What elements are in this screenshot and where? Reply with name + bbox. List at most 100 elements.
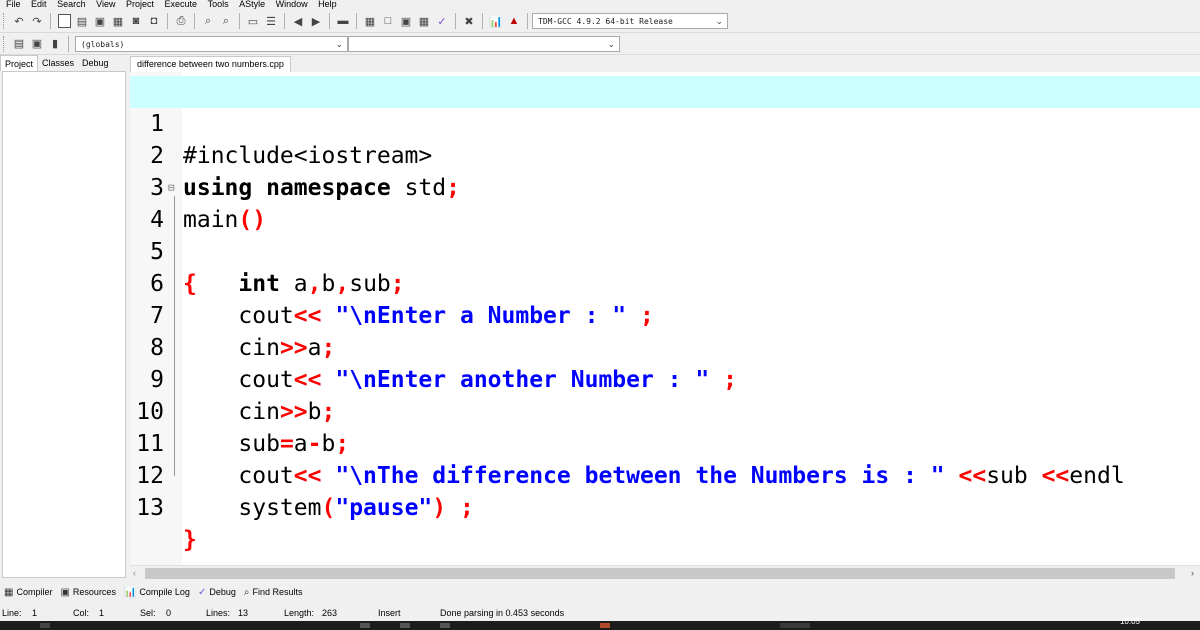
toolbar-separator [284,13,285,29]
new-file-icon[interactable] [56,13,72,29]
taskbar-app-icon[interactable] [400,623,410,628]
tab-resources[interactable]: ▣ Resources [56,584,119,600]
tab-project[interactable]: Project [0,55,39,71]
scroll-left-icon[interactable]: ‹ [133,566,136,581]
scope-select[interactable]: (globals) ⌄ [75,35,348,52]
tab-label: Resources [72,587,116,597]
horizontal-scrollbar[interactable]: ‹ › [130,565,1200,581]
main-toolbar: ↶ ↷ ▤ ▣ ▦ ◙ ◘ ⎙ ⌕ ⌕ ▭ ☰ ◀ ▶ ▬ ▦ □ ▣ ▦ ✓ … [0,10,1200,33]
goto-line-icon[interactable]: ▭ [245,13,261,29]
menu-bar: File Edit Search View Project Execute To… [0,0,1200,9]
status-col-label: Col: [73,608,90,618]
toolbar-separator [239,13,240,29]
save-all-icon[interactable]: ▦ [110,13,126,29]
code-line: 7 cin>>a; [130,268,1200,361]
taskbar-app-icon[interactable] [360,623,370,628]
code-line: 10 sub=a-b; [130,364,1200,457]
replace-icon[interactable]: ⌕ [218,13,234,29]
tab-compile-log[interactable]: 📊 Compile Log [120,584,194,600]
toolbar-grip[interactable] [3,35,7,52]
compile-run-icon[interactable]: ▣ [398,13,414,29]
tab-compiler[interactable]: ▦ Compiler [0,584,56,600]
tab-find-results[interactable]: ⌕ Find Results [240,584,307,600]
code-line: 12 system("pause") ; [130,428,1200,521]
tab-debug-output[interactable]: ✓ Debug [194,584,240,600]
tab-label: Compiler [16,587,53,597]
run-icon[interactable]: □ [380,13,396,29]
member-select[interactable]: ⌄ [348,35,620,52]
menu-astyle[interactable]: AStyle [239,0,265,9]
code-line: 1 #include<iostream> [130,76,1200,169]
code-editor[interactable]: 1 #include<iostream> 2 using namespace s… [130,72,1200,565]
class-toolbar: ▤ ▣ ▮ (globals) ⌄ ⌄ [0,33,1200,55]
close-all-icon[interactable]: ◘ [146,13,162,29]
menu-tools[interactable]: Tools [208,0,229,9]
menu-window[interactable]: Window [276,0,308,9]
code-line: 9 cin>>b; [130,332,1200,425]
save-icon[interactable]: ▣ [92,13,108,29]
open-file-icon[interactable]: ▤ [74,13,90,29]
project-panel: Project Classes Debug [0,55,128,580]
close-file-icon[interactable]: ◙ [128,13,144,29]
output-tabs: ▦ Compiler ▣ Resources 📊 Compile Log ✓ D… [0,583,1200,601]
chevron-down-icon: ⌄ [335,39,343,50]
rebuild-icon[interactable]: ▦ [416,13,432,29]
chevron-down-icon: ⌄ [607,39,615,50]
redo-icon[interactable]: ↷ [29,13,45,29]
compile-icon[interactable]: ▦ [362,13,378,29]
status-message: Done parsing in 0.453 seconds [440,608,565,618]
toolbar-separator [527,13,528,29]
undo-icon[interactable]: ↶ [11,13,27,29]
editor-tab[interactable]: difference between two numbers.cpp [130,56,291,72]
start-icon[interactable] [40,623,50,628]
code-text: } [183,527,197,553]
forward-icon[interactable]: ▶ [308,13,324,29]
menu-view[interactable]: View [96,0,115,9]
find-icon[interactable]: ⌕ [200,13,216,29]
toolbar-separator [167,13,168,29]
project-panel-tabs: Project Classes Debug [0,55,128,71]
toolbar-separator [68,35,69,52]
status-line-value: 1 [32,608,38,618]
menu-file[interactable]: File [6,0,21,9]
goto-bookmark-icon[interactable]: ▮ [47,36,63,52]
check-icon[interactable]: ✓ [434,13,450,29]
profile-icon[interactable]: 📊 [488,13,504,29]
tab-classes[interactable]: Classes [38,55,78,71]
tab-label: Compile Log [139,587,190,597]
toggle-bookmark-icon[interactable]: ▣ [29,36,45,52]
chart-icon: 📊 [123,586,137,598]
taskbar-app-icon[interactable] [440,623,450,628]
menu-project[interactable]: Project [126,0,154,9]
status-length-label: Length: [284,608,315,618]
scroll-right-icon[interactable]: › [1191,566,1194,581]
code-line: 3 main() [130,140,1200,233]
taskbar-app-icon[interactable] [600,623,610,628]
stop-icon[interactable]: ✖ [461,13,477,29]
menu-execute[interactable]: Execute [165,0,198,9]
compiler-select[interactable]: TDM-GCC 4.9.2 64-bit Release ⌄ [532,13,728,29]
toolbar-grip[interactable] [3,13,7,29]
scrollbar-thumb[interactable] [145,568,1175,579]
tab-debug[interactable]: Debug [78,55,113,71]
status-length-value: 263 [322,608,338,618]
project-tree[interactable] [2,71,126,578]
menu-help[interactable]: Help [318,0,337,9]
menu-search[interactable]: Search [57,0,86,9]
toolbar-separator [194,13,195,29]
status-bar: Line: 1 Col: 1 Sel: 0 Lines: 13 Length: … [0,606,1200,620]
back-icon[interactable]: ◀ [290,13,306,29]
toolbar-separator [482,13,483,29]
bookmark-icon[interactable]: ▬ [335,13,351,29]
chevron-down-icon: ⌄ [715,17,723,27]
print-icon[interactable]: ⎙ [173,13,189,29]
fold-collapse-icon[interactable]: ⊟ [168,172,175,204]
insert-icon[interactable]: ▤ [11,36,27,52]
indent-icon[interactable]: ☰ [263,13,279,29]
taskbar-app-icon[interactable] [780,623,810,628]
code-line: 6 cout<< "\nEnter a Number : " ; [130,236,1200,329]
delete-profile-icon[interactable]: ▲ [506,13,522,29]
status-mode: Insert [378,608,401,618]
status-sel-value: 0 [166,608,172,618]
menu-edit[interactable]: Edit [31,0,47,9]
